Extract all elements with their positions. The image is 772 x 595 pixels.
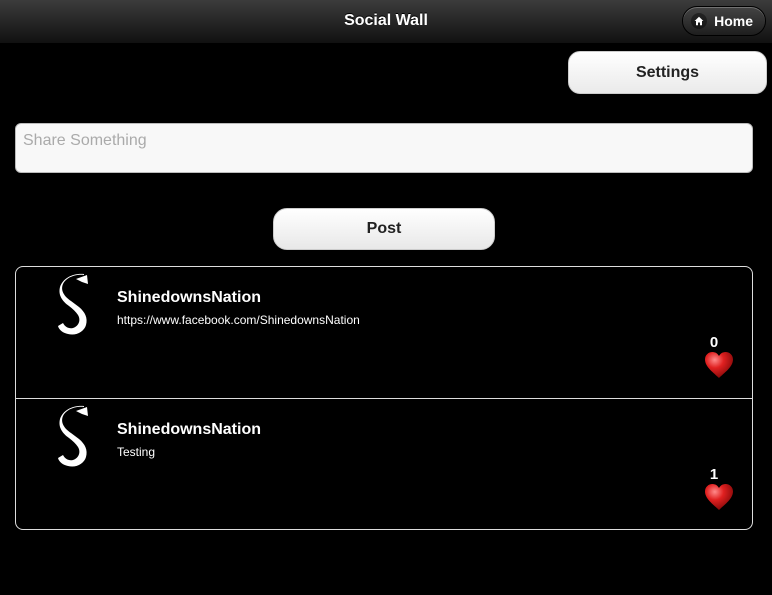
post-feed: ShinedownsNation https://www.facebook.co… <box>15 266 753 530</box>
like-count: 1 <box>709 466 719 483</box>
heart-icon[interactable] <box>704 351 734 379</box>
page-title: Social Wall <box>344 12 428 29</box>
post-item: ShinedownsNation Testing 1 <box>16 398 752 529</box>
shinedown-s-logo-icon <box>58 405 88 467</box>
post-item: ShinedownsNation https://www.facebook.co… <box>16 267 752 398</box>
post-text: Testing <box>117 445 156 459</box>
post-text: https://www.facebook.com/ShinedownsNatio… <box>117 313 360 327</box>
post-username[interactable]: ShinedownsNation <box>117 289 261 307</box>
app-header: Social Wall Home <box>0 0 772 44</box>
home-button[interactable]: Home <box>682 6 766 36</box>
post-button[interactable]: Post <box>273 208 495 250</box>
like-count: 0 <box>709 334 719 351</box>
shinedown-s-logo-icon <box>58 273 88 335</box>
heart-icon[interactable] <box>704 483 734 511</box>
settings-button[interactable]: Settings <box>568 51 767 94</box>
post-username[interactable]: ShinedownsNation <box>117 421 261 439</box>
home-button-label: Home <box>714 13 753 29</box>
home-icon <box>691 13 708 29</box>
share-input[interactable] <box>15 123 753 173</box>
